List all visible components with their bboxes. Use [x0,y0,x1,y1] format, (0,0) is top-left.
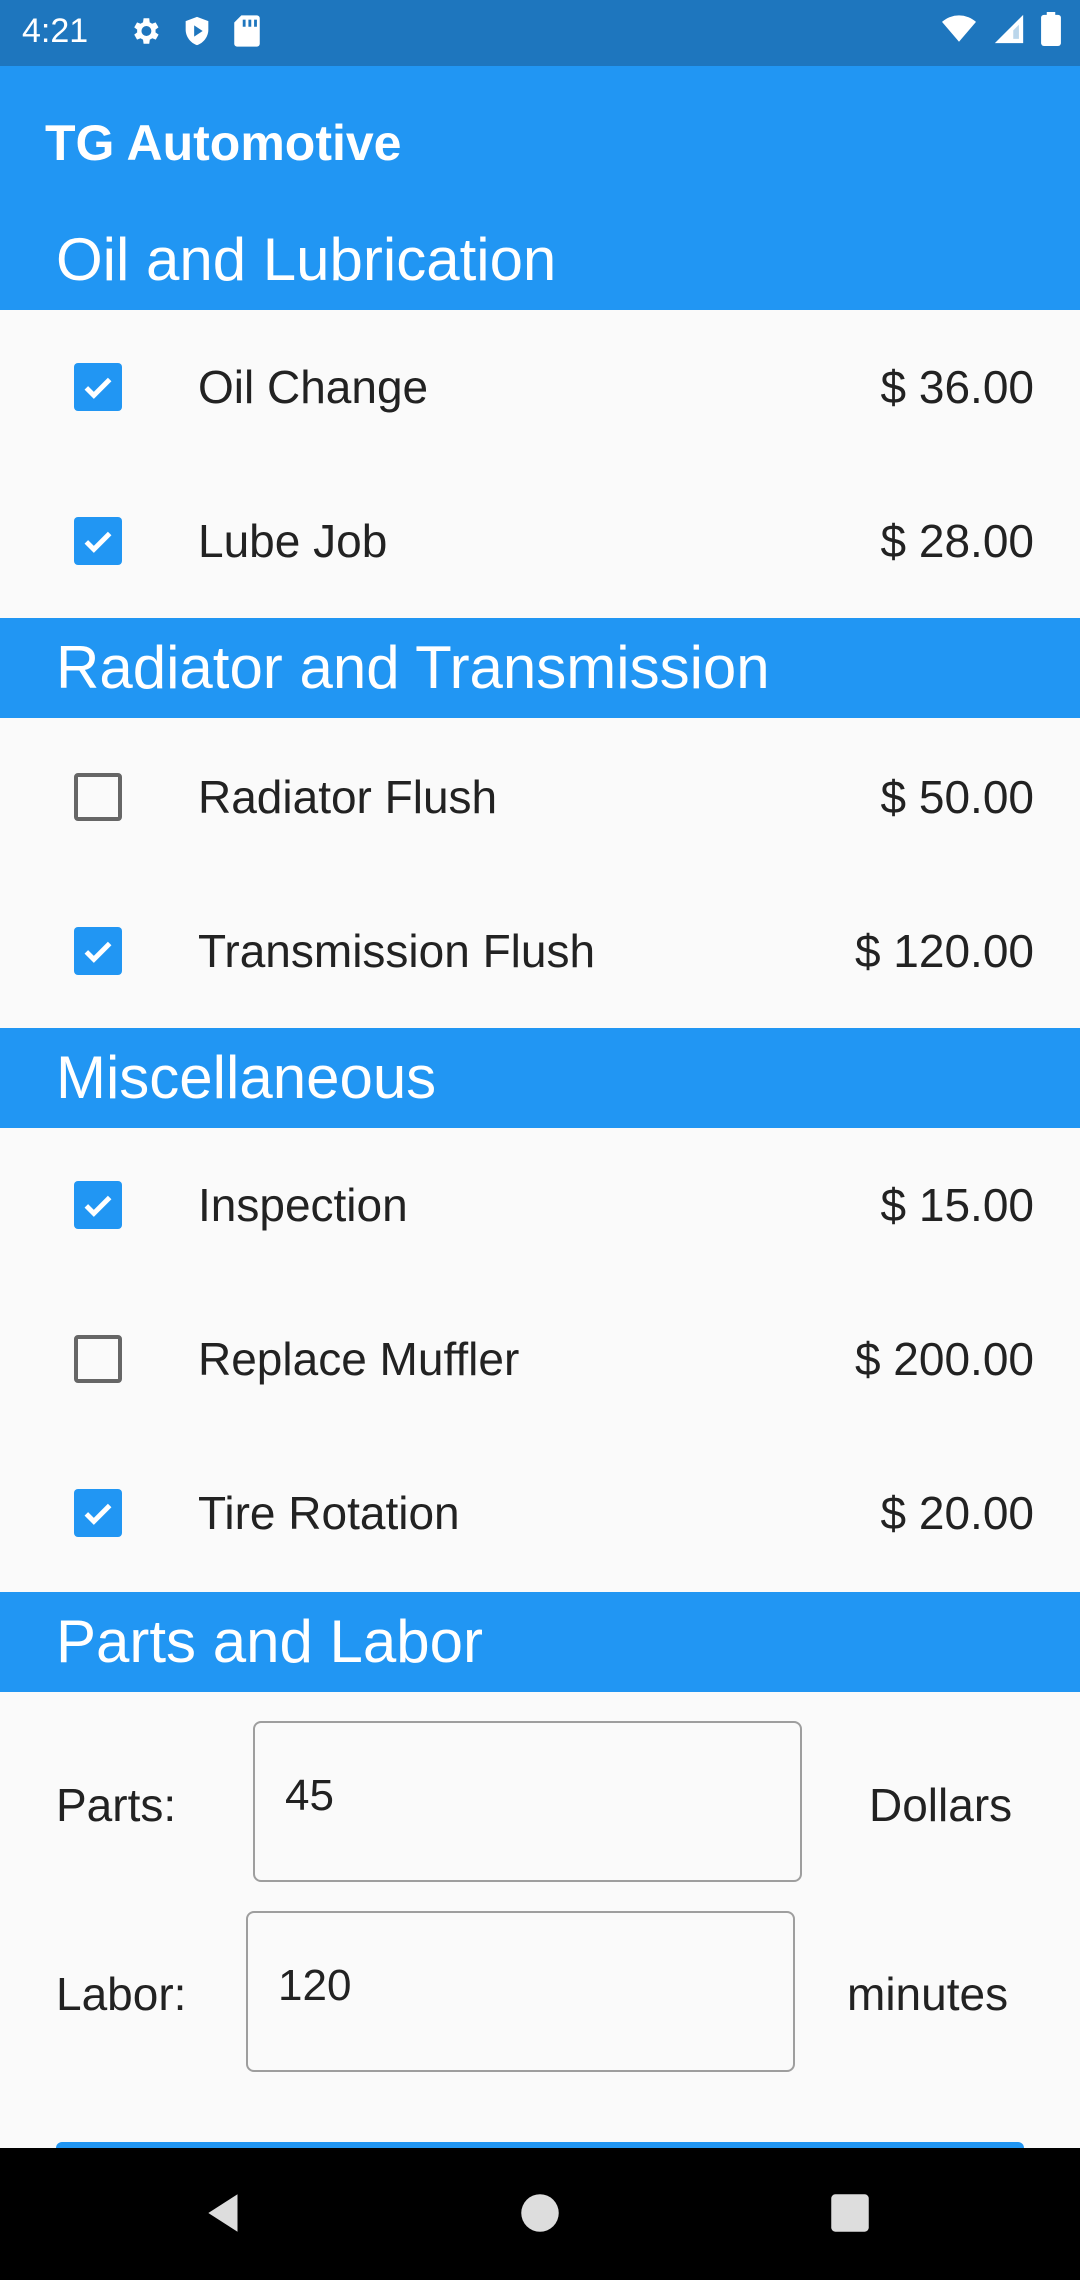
parts-unit: Dollars [869,1779,1013,1831]
checkbox-lube-job[interactable] [74,517,122,565]
section-header-radiator: Radiator and Transmission [0,618,1080,718]
wifi-icon [940,12,978,51]
labor-input[interactable]: 120 [246,1911,795,2072]
service-label: Radiator Flush [198,771,498,823]
service-price: $ 120.00 [854,925,1034,977]
service-price: $ 50.00 [880,771,1034,823]
back-icon[interactable] [200,2188,250,2243]
checkmark-icon [84,941,112,963]
service-price: $ 20.00 [880,1487,1034,1539]
service-label: Oil Change [198,361,429,413]
signal-icon [992,12,1026,51]
labor-value: 120 [278,1961,352,2010]
service-label: Transmission Flush [198,925,596,977]
service-label: Inspection [198,1179,408,1231]
checkbox-tire-rotation[interactable] [74,1489,122,1537]
section-header-oil: Oil and Lubrication [0,210,1080,310]
home-icon[interactable] [515,2188,565,2243]
service-label: Tire Rotation [198,1487,460,1539]
sd-card-icon [232,14,262,53]
service-price: $ 28.00 [880,515,1034,567]
checkbox-inspection[interactable] [74,1181,122,1229]
parts-label: Parts: [56,1779,177,1831]
gear-icon [128,14,162,53]
service-price: $ 200.00 [854,1333,1034,1385]
service-price: $ 15.00 [880,1179,1034,1231]
checkmark-icon [84,1195,112,1217]
parts-input[interactable]: 45 [253,1721,802,1882]
service-item-lube-job[interactable]: Lube Job $ 28.00 [0,464,1080,618]
service-item-transmission-flush[interactable]: Transmission Flush $ 120.00 [0,874,1080,1028]
parts-value: 45 [285,1771,334,1820]
service-item-radiator-flush[interactable]: Radiator Flush $ 50.00 [0,720,1080,874]
section-header-misc: Miscellaneous [0,1028,1080,1128]
checkmark-icon [84,531,112,553]
checkmark-icon [84,1503,112,1525]
labor-unit: minutes [847,1968,1009,2020]
checkbox-transmission-flush[interactable] [74,927,122,975]
status-time: 4:21 [22,12,89,50]
service-item-oil-change[interactable]: Oil Change $ 36.00 [0,310,1080,464]
section-header-parts-labor: Parts and Labor [0,1592,1080,1692]
service-label: Replace Muffler [198,1333,520,1385]
service-price: $ 36.00 [880,361,1034,413]
status-bar: 4:21 [0,0,1080,66]
battery-icon [1040,12,1062,51]
service-item-inspection[interactable]: Inspection $ 15.00 [0,1128,1080,1282]
app-title: TG Automotive [45,115,402,171]
checkbox-radiator-flush[interactable] [74,773,122,821]
service-label: Lube Job [198,515,388,567]
app-bar: TG Automotive [0,66,1080,218]
checkbox-replace-muffler[interactable] [74,1335,122,1383]
checkmark-icon [84,377,112,399]
labor-label: Labor: [56,1968,187,2020]
service-item-tire-rotation[interactable]: Tire Rotation $ 20.00 [0,1436,1080,1590]
recents-icon[interactable] [825,2188,875,2243]
shield-icon [180,14,214,53]
checkbox-oil-change[interactable] [74,363,122,411]
service-item-replace-muffler[interactable]: Replace Muffler $ 200.00 [0,1282,1080,1436]
navigation-bar [0,2148,1080,2280]
